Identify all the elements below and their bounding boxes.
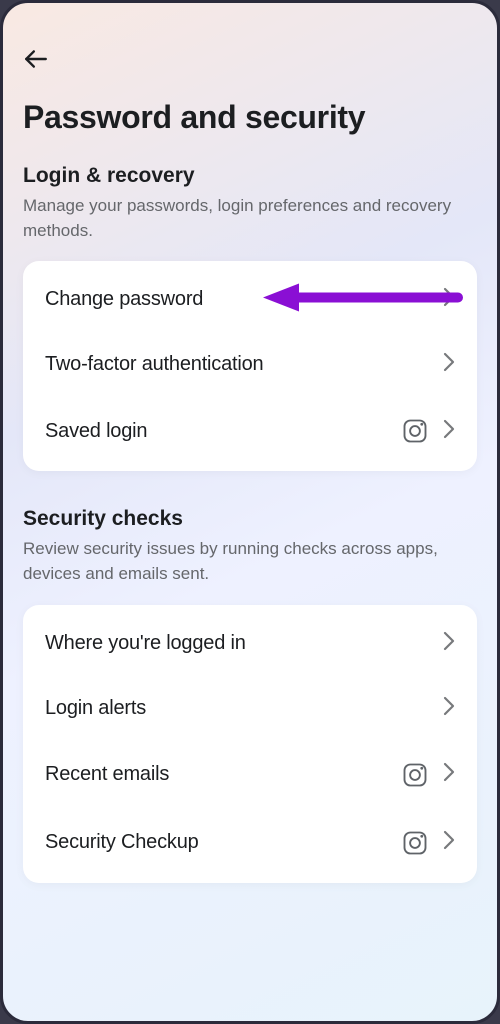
chevron-right-icon [443,287,455,312]
instagram-icon [401,417,429,445]
row-label: Saved login [45,420,401,443]
row-label: Recent emails [45,763,401,786]
row-recent-emails[interactable]: Recent emails [23,741,477,809]
row-label: Change password [45,288,443,311]
row-label: Where you're logged in [45,632,443,655]
row-label: Two-factor authentication [45,353,443,376]
chevron-right-icon [443,762,455,787]
chevron-right-icon [443,830,455,855]
row-label: Security Checkup [45,831,401,854]
row-where-logged-in[interactable]: Where you're logged in [23,611,477,676]
back-button[interactable] [23,39,63,79]
section-desc-login-recovery: Manage your passwords, login preferences… [23,194,477,243]
instagram-icon [401,761,429,789]
section-heading-login-recovery: Login & recovery [23,164,477,188]
row-two-factor-authentication[interactable]: Two-factor authentication [23,332,477,397]
card-login-recovery: Change password Two-factor authenticatio… [23,261,477,471]
section-heading-security-checks: Security checks [23,507,477,531]
row-login-alerts[interactable]: Login alerts [23,676,477,741]
chevron-right-icon [443,631,455,656]
card-security-checks: Where you're logged in Login alerts Rece… [23,605,477,883]
row-security-checkup[interactable]: Security Checkup [23,809,477,877]
arrow-left-icon [23,46,49,72]
section-desc-security-checks: Review security issues by running checks… [23,537,477,586]
chevron-right-icon [443,352,455,377]
page-title: Password and security [23,99,477,136]
row-saved-login[interactable]: Saved login [23,397,477,465]
row-change-password[interactable]: Change password [23,267,477,332]
row-label: Login alerts [45,697,443,720]
instagram-icon [401,829,429,857]
screen: Password and security Login & recovery M… [0,0,500,1024]
chevron-right-icon [443,419,455,444]
chevron-right-icon [443,696,455,721]
